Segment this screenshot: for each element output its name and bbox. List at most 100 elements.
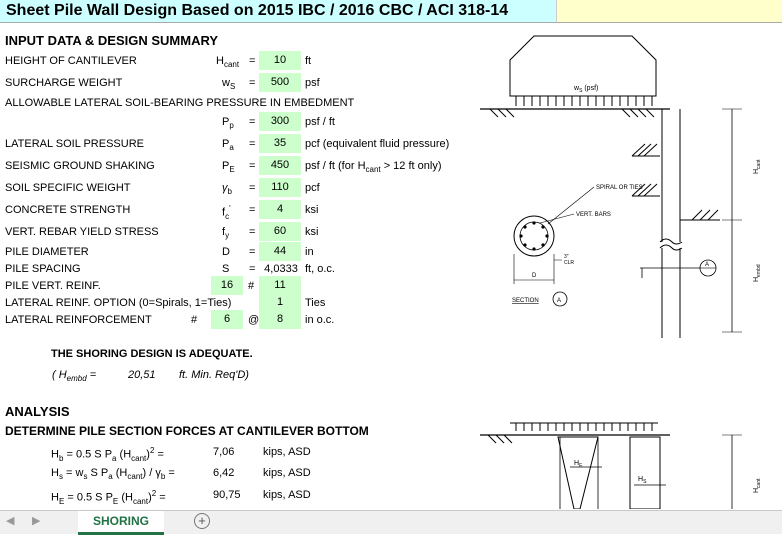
pp-eq: = bbox=[249, 116, 256, 128]
analysis-header: ANALYSIS bbox=[5, 404, 70, 419]
force-he: HE = 0.5 S PE (Hcant)2 = bbox=[51, 489, 166, 506]
lat-option-unit: Ties bbox=[305, 297, 326, 309]
weight-label: SOIL SPECIFIC WEIGHT bbox=[5, 182, 131, 194]
section-label: SECTION bbox=[512, 298, 539, 304]
force-hb-unit: kips, ASD bbox=[263, 446, 311, 458]
spacing-symbol: S bbox=[222, 263, 230, 275]
sheet-title: Sheet Pile Wall Design Based on 2015 IBC… bbox=[6, 2, 509, 19]
vert-reinf-count-input[interactable]: 16 bbox=[211, 276, 243, 295]
forces-header: DETERMINE PILE SECTION FORCES AT CANTILE… bbox=[5, 424, 369, 438]
hs-label: HS bbox=[638, 476, 647, 485]
height-label: HEIGHT OF CANTILEVER bbox=[5, 55, 137, 67]
weight-input[interactable]: 110 bbox=[259, 178, 301, 197]
spiral-label: SPIRAL OR TIES bbox=[596, 185, 643, 191]
surcharge-input[interactable]: 500 bbox=[259, 73, 301, 92]
diameter-label: PILE DIAMETER bbox=[5, 246, 89, 258]
input-header: INPUT DATA & DESIGN SUMMARY bbox=[5, 33, 219, 48]
concrete-eq: = bbox=[249, 204, 256, 216]
pile-wall-diagram: wS (psf) Hcant Hembd A SPIRAL OR TIES VE… bbox=[480, 35, 762, 338]
force-hs-unit: kips, ASD bbox=[263, 467, 311, 479]
lat-reinf-hash: # bbox=[191, 314, 198, 326]
lateral-eq: = bbox=[249, 138, 256, 150]
rebar-unit: ksi bbox=[305, 226, 319, 238]
force-he-value: 90,75 bbox=[213, 489, 241, 501]
surcharge-label: SURCHARGE WEIGHT bbox=[5, 77, 123, 89]
vert-reinf-label: PILE VERT. REINF. bbox=[5, 280, 101, 292]
title-side-cell[interactable] bbox=[556, 0, 782, 23]
rebar-label: VERT. REBAR YIELD STRESS bbox=[5, 226, 159, 238]
soil-hatch bbox=[631, 143, 720, 221]
hembd-dim-label: Hembd bbox=[753, 264, 762, 282]
hembd-value: 20,51 bbox=[128, 369, 156, 381]
tab-prev-icon[interactable]: ◀ bbox=[6, 514, 14, 527]
diameter-unit: in bbox=[305, 246, 314, 258]
height-unit: ft bbox=[305, 55, 312, 67]
pp-symbol: Pp bbox=[222, 116, 234, 131]
adequacy-status: THE SHORING DESIGN IS ADEQUATE. bbox=[51, 348, 253, 360]
add-sheet-icon[interactable]: + bbox=[194, 513, 210, 529]
pp-input[interactable]: 300 bbox=[259, 112, 301, 131]
lateral-label: LATERAL SOIL PRESSURE bbox=[5, 138, 144, 150]
tab-shoring[interactable]: SHORING bbox=[78, 511, 164, 535]
force-hs-value: 6,42 bbox=[213, 467, 235, 479]
hcant-dim-label-2: Hcant bbox=[753, 478, 762, 493]
concrete-input[interactable]: 4 bbox=[259, 200, 301, 219]
weight-eq: = bbox=[249, 182, 256, 194]
spacing-unit: ft, o.c. bbox=[305, 263, 335, 275]
force-he-unit: kips, ASD bbox=[263, 489, 311, 501]
force-hs: Hs = ws S Pa (Hcant) / γb = bbox=[51, 467, 175, 482]
ws-label: wS (psf) bbox=[573, 85, 598, 94]
pp-unit: psf / ft bbox=[305, 116, 335, 128]
clr-label-2: CLR bbox=[564, 260, 574, 266]
concrete-label: CONCRETE STRENGTH bbox=[5, 204, 131, 216]
lat-reinf-size-input[interactable]: 6 bbox=[211, 310, 243, 329]
seismic-label: SEISMIC GROUND SHAKING bbox=[5, 160, 155, 172]
seismic-unit: psf / ft (for Hcant > 12 ft only) bbox=[305, 160, 442, 175]
concrete-symbol: fc' bbox=[222, 204, 231, 221]
section-circle-a: A bbox=[557, 298, 561, 304]
lat-reinf-unit: in o.c. bbox=[305, 314, 335, 326]
rebar-symbol: fy bbox=[222, 226, 230, 241]
allowable-label: ALLOWABLE LATERAL SOIL-BEARING PRESSURE … bbox=[5, 97, 355, 109]
diameter-input[interactable]: 44 bbox=[259, 242, 301, 261]
hs-rect bbox=[629, 436, 661, 509]
weight-unit: pcf bbox=[305, 182, 320, 194]
vertical-scrollbar[interactable] bbox=[772, 23, 782, 510]
lat-reinf-spacing-input[interactable]: 8 bbox=[259, 310, 301, 329]
height-symbol: Hcant bbox=[216, 55, 240, 70]
ground-hatch bbox=[489, 108, 655, 118]
force-hb: Hb = 0.5 S Pa (Hcant)2 = bbox=[51, 446, 164, 463]
surcharge-eq: = bbox=[249, 77, 256, 89]
spacing-label: PILE SPACING bbox=[5, 263, 81, 275]
section-marker-a: A bbox=[705, 262, 709, 268]
lateral-input[interactable]: 35 bbox=[259, 134, 301, 153]
lat-reinf-at: @ bbox=[248, 314, 260, 326]
he-label: HE bbox=[574, 460, 583, 469]
hcant-dim-label: Hcant bbox=[753, 159, 762, 174]
lat-option-label: LATERAL REINF. OPTION (0=Spirals, 1=Ties… bbox=[5, 297, 232, 309]
lateral-unit: pcf (equivalent fluid pressure) bbox=[305, 138, 450, 150]
diameter-eq: = bbox=[249, 246, 256, 258]
vert-reinf-hash: # bbox=[248, 280, 255, 292]
he-triangle bbox=[557, 436, 599, 509]
tab-next-icon[interactable]: ▶ bbox=[32, 514, 40, 527]
surcharge-arrows bbox=[515, 96, 653, 106]
d-label: D bbox=[532, 273, 537, 279]
rebar-input[interactable]: 60 bbox=[259, 222, 301, 241]
force-hb-value: 7,06 bbox=[213, 446, 235, 458]
seismic-eq: = bbox=[249, 160, 256, 172]
sheet-tab-bar: ◀ ▶ SHORING + bbox=[0, 510, 782, 535]
hembd-open: ( Hembd = bbox=[52, 369, 97, 384]
spacing-eq: = bbox=[249, 263, 256, 275]
height-input[interactable]: 10 bbox=[259, 51, 301, 70]
lateral-symbol: Pa bbox=[222, 138, 234, 153]
rebar-eq: = bbox=[249, 226, 256, 238]
spacing-value[interactable]: 4,0333 bbox=[260, 263, 302, 275]
vert-bars bbox=[519, 221, 549, 251]
pressure-diagram: HE HS Hcant bbox=[480, 422, 762, 509]
weight-symbol: γb bbox=[222, 182, 232, 197]
title-bar: Sheet Pile Wall Design Based on 2015 IBC… bbox=[0, 0, 782, 23]
diameter-symbol: D bbox=[222, 246, 230, 258]
seismic-input[interactable]: 450 bbox=[259, 156, 301, 175]
surcharge-symbol: wS bbox=[222, 77, 236, 92]
